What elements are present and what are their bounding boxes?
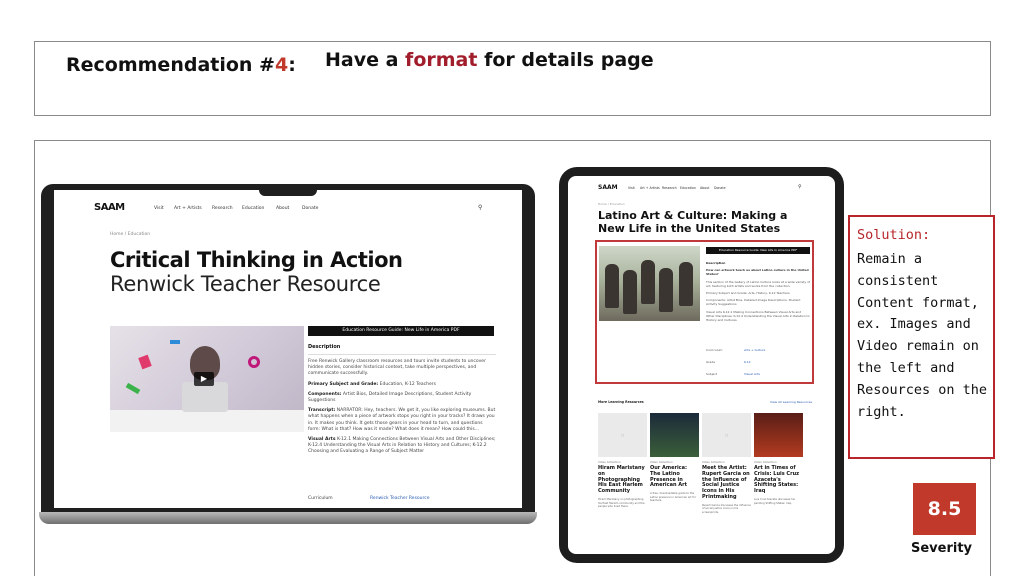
tablet-mockup: SAAM Visit Art + Artists Research Educat… — [559, 167, 844, 563]
more-resources-heading: More Learning Resources — [598, 400, 644, 404]
nav-education[interactable]: Education — [680, 186, 696, 190]
breadcrumb[interactable]: Home / Education — [598, 202, 625, 206]
curriculum-row: Curriculum Renwick Teacher Resource — [308, 496, 496, 501]
nav-donate[interactable]: Donate — [714, 186, 726, 190]
card-title[interactable]: Hiram Maristany on Photographing His Eas… — [598, 465, 647, 495]
card-body: Rupert Garcia discusses the influence of… — [702, 503, 751, 514]
camera-notch — [259, 184, 317, 196]
visual-arts-line: Visual Arts K-12.1 Making Connections Be… — [308, 437, 496, 455]
view-all-link[interactable]: View All Learning Resources — [770, 400, 812, 404]
laptop-base — [39, 512, 537, 524]
solution-text: Remain a consistent Content format, ex. … — [857, 251, 988, 420]
site-logo[interactable]: SAAM — [598, 184, 618, 191]
nav-about[interactable]: About — [700, 186, 709, 190]
decoration-ring — [248, 356, 260, 368]
consistency-highlight — [595, 240, 814, 384]
card-image-placeholder: □ — [598, 413, 647, 457]
nav-art-artists[interactable]: Art + Artists — [174, 206, 202, 211]
solution-label: Solution: — [857, 227, 931, 243]
resource-card[interactable]: □ Video Collection Hiram Maristany on Ph… — [598, 413, 647, 518]
laptop-prop — [182, 382, 228, 412]
recommendation-title-highlight: format — [405, 49, 478, 71]
card-tag: Video Collection — [702, 460, 725, 464]
card-body: Luis Cruz Azaceta discusses his painting… — [754, 497, 795, 505]
desk-surface — [110, 410, 304, 432]
card-image — [754, 413, 803, 457]
laptop-lid: SAAM Visit Art + Artists Research Educat… — [41, 184, 535, 514]
card-tag: Video Collection — [754, 460, 777, 464]
search-icon[interactable]: ⚲ — [798, 184, 802, 190]
nav-visit[interactable]: Visit — [154, 206, 164, 211]
laptop-screen: SAAM Visit Art + Artists Research Educat… — [54, 190, 522, 508]
search-icon[interactable]: ⚲ — [478, 204, 482, 211]
nav-education[interactable]: Education — [242, 206, 264, 211]
description-text: Free Renwick Gallery classroom resources… — [308, 359, 486, 377]
resource-card[interactable]: Video Collection Our America: The Latino… — [650, 413, 699, 512]
site-logo[interactable]: SAAM — [94, 202, 125, 213]
play-icon[interactable]: ▶ — [194, 372, 214, 386]
card-title[interactable]: Our America: The Latino Presence in Amer… — [650, 465, 699, 489]
nav-research[interactable]: Research — [662, 186, 677, 190]
nav-visit[interactable]: Visit — [628, 186, 635, 190]
card-body: Hiram Maristany on photographing his Eas… — [598, 497, 645, 509]
nav-donate[interactable]: Donate — [302, 206, 318, 211]
resource-download-banner[interactable]: Education Resource Guide: New Life in Am… — [308, 326, 494, 336]
severity-label: Severity — [911, 541, 973, 556]
breadcrumb[interactable]: Home / Education — [110, 232, 150, 237]
nav-research[interactable]: Research — [212, 206, 233, 211]
laptop-mockup: SAAM Visit Art + Artists Research Educat… — [39, 184, 537, 524]
recommendation-header: Recommendation #4: Have a format for det… — [34, 41, 991, 116]
card-tag: Video Collection — [598, 460, 621, 464]
description-heading: Description — [308, 344, 341, 350]
card-body: A free, downloadable guide to the Latino… — [650, 492, 696, 503]
card-title[interactable]: Art in Times of Crisis: Luis Cruz Azacet… — [754, 465, 803, 495]
divider — [308, 354, 496, 355]
components-line: Components: Artist Bios, Detailed Image … — [308, 391, 472, 404]
page-subtitle: Renwick Teacher Resource — [110, 272, 381, 296]
decoration-shape — [138, 354, 152, 370]
site-nav: SAAM Visit Art + Artists Research Educat… — [54, 200, 522, 218]
recommendation-label: Recommendation #4: — [66, 54, 296, 76]
transcript-line: Transcript: NARRATOR: Hey, teachers. We … — [308, 408, 496, 432]
video-thumbnail[interactable]: ▶ — [110, 326, 304, 432]
decoration-shape — [125, 382, 141, 395]
page-title: Latino Art & Culture: Making a New Life … — [598, 209, 788, 235]
decoration-shape — [170, 340, 180, 344]
resource-card[interactable]: □ Video Collection Meet the Artist: Rupe… — [702, 413, 751, 524]
solution-callout: Solution: Remain a consistent Content fo… — [848, 215, 995, 459]
resource-details: Description Free Renwick Gallery classro… — [308, 340, 496, 456]
page-title: Critical Thinking in Action — [110, 248, 403, 272]
card-image-placeholder: □ — [702, 413, 751, 457]
severity-score: 8.5 — [913, 483, 976, 535]
card-tag: Video Collection — [650, 460, 673, 464]
recommendation-title: Have a format for details page — [325, 49, 654, 71]
nav-art-artists[interactable]: Art + Artists — [640, 186, 660, 190]
card-title[interactable]: Meet the Artist: Rupert Garcia on the In… — [702, 465, 751, 501]
curriculum-link[interactable]: Renwick Teacher Resource — [370, 496, 430, 501]
resource-card[interactable]: Video Collection Art in Times of Crisis:… — [754, 413, 803, 518]
recommendation-number: 4 — [274, 54, 289, 76]
nav-about[interactable]: About — [276, 206, 289, 211]
tablet-screen: SAAM Visit Art + Artists Research Educat… — [568, 176, 835, 554]
subject-line: Primary Subject and Grade: Education, K-… — [308, 381, 436, 387]
curriculum-label: Curriculum — [308, 496, 333, 501]
card-image — [650, 413, 699, 457]
